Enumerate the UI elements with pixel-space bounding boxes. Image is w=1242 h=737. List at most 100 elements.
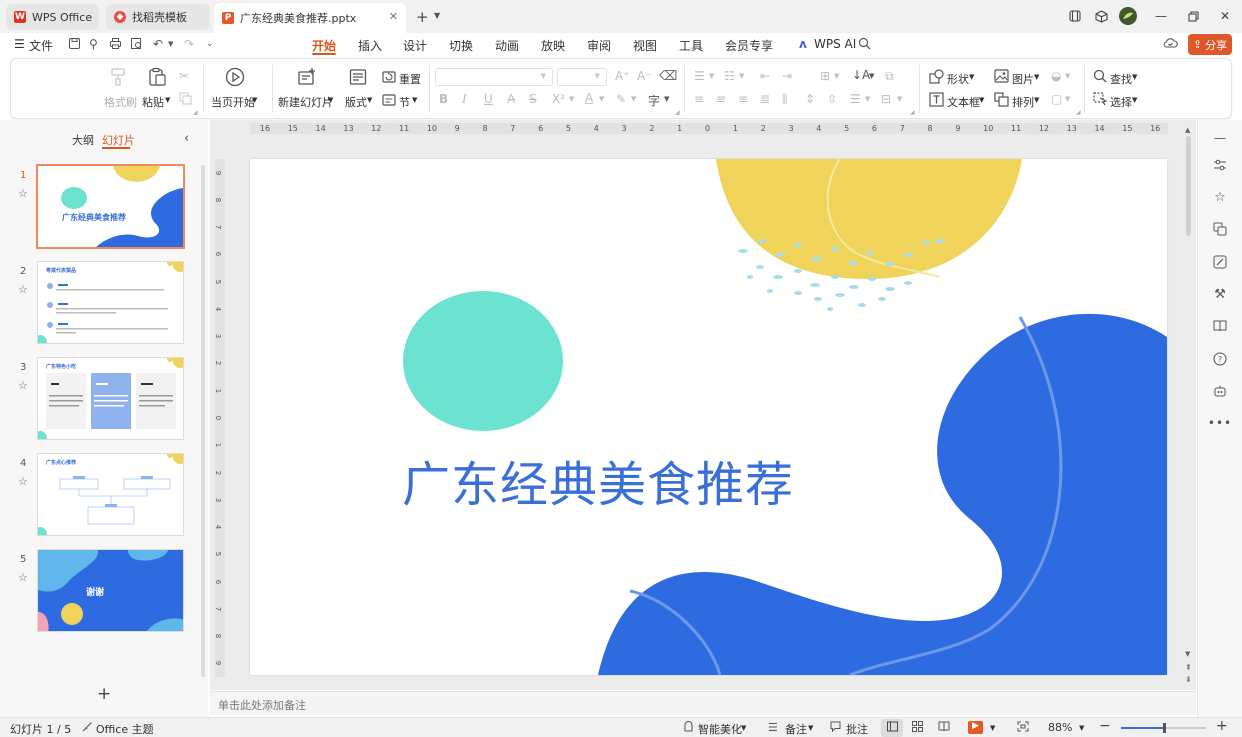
chevron-down-icon[interactable]: ▼ — [631, 95, 636, 103]
outline-color-icon[interactable]: ▢ — [1051, 92, 1062, 106]
menu-animations[interactable]: 动画 — [495, 37, 519, 54]
chevron-down-icon[interactable]: ▼ — [834, 72, 839, 80]
save-icon[interactable] — [68, 37, 81, 53]
tools-wrench-icon[interactable]: ⚒ — [1210, 284, 1230, 304]
paragraph-dialog-launcher-icon[interactable]: ◢ — [910, 109, 915, 116]
chevron-down-icon[interactable]: ▼ — [664, 95, 669, 103]
columns-icon[interactable]: ☰ — [850, 92, 861, 106]
notes-toggle-button[interactable]: 备注 — [785, 721, 807, 737]
textbox-icon[interactable] — [929, 92, 944, 110]
chevron-down-icon[interactable]: ▼ — [869, 72, 874, 80]
chevron-down-icon[interactable]: ▼ — [569, 95, 574, 103]
close-window-icon[interactable]: ✕ — [1213, 5, 1237, 27]
strikethrough-icon[interactable]: A̶ — [507, 92, 515, 106]
zoom-in-icon[interactable]: + — [1216, 718, 1228, 734]
menu-design[interactable]: 设计 — [403, 37, 427, 54]
font-dialog-launcher-icon[interactable]: ◢ — [675, 109, 680, 116]
maximize-icon[interactable] — [1181, 5, 1205, 27]
slide-thumbnail-5[interactable]: 谢谢 — [37, 549, 184, 632]
copy-icon[interactable] — [179, 92, 192, 108]
fill-color-icon[interactable]: ◒ — [1051, 69, 1061, 83]
star-icon[interactable]: ☆ — [18, 571, 28, 584]
minimize-icon[interactable]: — — [1149, 5, 1173, 27]
italic-icon[interactable]: I — [462, 92, 467, 106]
chevron-down-icon[interactable]: ▼ — [897, 95, 902, 103]
copy-layers-icon[interactable] — [1210, 219, 1230, 239]
slide-canvas[interactable]: 广东经典美食推荐 — [250, 159, 1167, 675]
text-align-vertical-icon[interactable]: ⊟ — [881, 92, 891, 106]
distribute-icon[interactable]: ⫼ — [782, 92, 788, 107]
new-slide-dropdown-icon[interactable]: ▼ — [328, 96, 333, 104]
cube-apps-icon[interactable] — [1089, 5, 1113, 27]
paste-label[interactable]: 粘贴 — [142, 94, 164, 110]
bullets-icon[interactable]: ☰ — [694, 69, 705, 83]
play-dropdown-icon[interactable]: ▼ — [252, 96, 257, 104]
slides-tab[interactable]: 幻灯片 — [102, 132, 135, 148]
chevron-down-icon[interactable]: ▼ — [709, 72, 714, 80]
text-direction-icon[interactable]: ⊞ — [820, 69, 830, 83]
text-shadow-icon[interactable]: S̶ — [529, 92, 537, 106]
select-icon[interactable] — [1093, 92, 1108, 109]
star-icon[interactable]: ☆ — [18, 187, 28, 200]
drawing-dialog-launcher-icon[interactable]: ◢ — [1076, 109, 1081, 116]
layout-icon[interactable] — [349, 68, 367, 89]
sort-text-icon[interactable]: ↓A — [852, 68, 870, 82]
zoom-slider-track[interactable] — [1121, 723, 1206, 733]
menu-home[interactable]: 开始 — [312, 37, 336, 54]
star-icon[interactable]: ☆ — [18, 475, 28, 488]
paste-dropdown-icon[interactable]: ▼ — [165, 96, 170, 104]
menu-member[interactable]: 会员专享 — [725, 37, 773, 54]
add-slide-plus-icon[interactable]: + — [97, 684, 111, 704]
menu-view[interactable]: 视图 — [633, 37, 657, 54]
layout-dropdown-icon[interactable]: ▼ — [367, 96, 372, 104]
design-tool-icon[interactable] — [1210, 252, 1230, 272]
play-from-current-icon[interactable] — [225, 67, 245, 90]
menu-transitions[interactable]: 切换 — [449, 37, 473, 54]
user-avatar[interactable] — [1116, 5, 1140, 27]
menu-tools[interactable]: 工具 — [679, 37, 703, 54]
chevron-down-icon[interactable]: ▼ — [741, 724, 746, 732]
slide-thumbnail-3[interactable]: 广东特色小吃 — [37, 357, 184, 440]
editor-scrollbar-thumb[interactable] — [1186, 136, 1191, 236]
hamburger-menu-icon[interactable]: ☰ — [14, 37, 25, 51]
tab-template-store[interactable]: ◆ 找稻壳模板 — [106, 4, 210, 30]
tab-wps-office[interactable]: W WPS Office — [6, 4, 99, 30]
font-size-select[interactable]: ▼ — [557, 68, 607, 86]
highlight-icon[interactable]: ✎ — [616, 92, 626, 106]
clear-format-eraser-icon[interactable]: ⌫ — [659, 69, 677, 84]
increase-font-icon[interactable]: A⁺ — [615, 69, 630, 83]
link-icon[interactable]: ⚲ — [89, 37, 98, 51]
layout-label[interactable]: 版式 — [345, 94, 367, 110]
align-center-icon[interactable]: ≡ — [716, 92, 726, 106]
underline-icon[interactable]: U — [484, 92, 493, 106]
align-left-icon[interactable]: ≡ — [694, 92, 704, 106]
smart-beautify-button[interactable]: 智能美化 — [698, 721, 742, 737]
chevron-down-icon[interactable]: ▼ — [979, 96, 984, 104]
bold-icon[interactable]: B — [439, 92, 448, 106]
arrange-icon[interactable] — [994, 92, 1009, 110]
superscript-icon[interactable]: X² — [552, 92, 565, 106]
undo-icon[interactable]: ↶ — [153, 37, 163, 51]
decrease-indent-icon[interactable]: ⇤ — [760, 69, 770, 83]
help-question-icon[interactable]: ? — [1210, 349, 1230, 369]
new-slide-icon[interactable] — [297, 67, 317, 90]
previous-slide-icon[interactable]: ⇞ — [1185, 663, 1192, 672]
collapse-panel-chevron-icon[interactable]: ‹ — [184, 131, 189, 146]
chevron-down-icon[interactable]: ▼ — [739, 72, 744, 80]
zoom-out-icon[interactable]: − — [1099, 718, 1111, 734]
chevron-down-icon[interactable]: ▼ — [1065, 95, 1070, 103]
numbering-icon[interactable]: ☷ — [724, 69, 735, 83]
chevron-down-icon[interactable]: ▼ — [1065, 72, 1070, 80]
window-restore-split-icon[interactable] — [1063, 5, 1087, 27]
chevron-down-icon[interactable]: ▼ — [599, 95, 604, 103]
reset-label[interactable]: 重置 — [399, 71, 421, 87]
star-icon[interactable]: ☆ — [18, 379, 28, 392]
more-options-icon[interactable]: ••• — [1208, 413, 1231, 433]
outline-tab[interactable]: 大纲 — [72, 132, 94, 148]
panel-scrollbar[interactable] — [201, 165, 205, 677]
textbox-label[interactable]: 文本框 — [947, 94, 980, 110]
justify-icon[interactable]: ≣ — [760, 92, 770, 106]
play-from-current-label[interactable]: 当页开始 — [211, 94, 255, 110]
clipboard-dialog-launcher-icon[interactable]: ◢ — [193, 109, 198, 116]
cut-icon[interactable]: ✂ — [179, 69, 189, 83]
